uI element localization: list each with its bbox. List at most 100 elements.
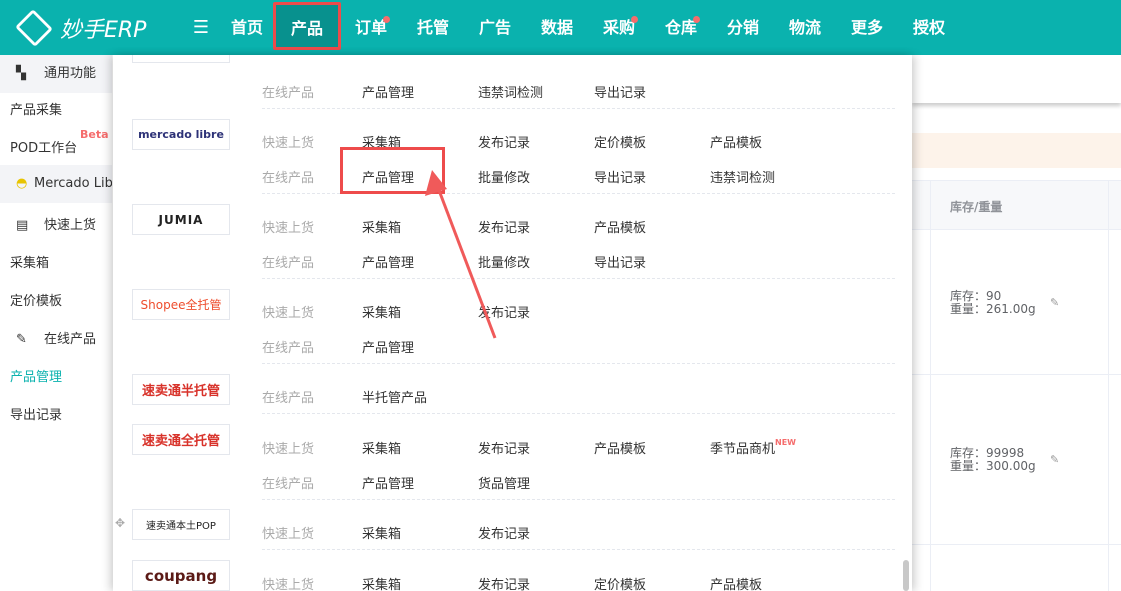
menu-item[interactable]: 产品模板: [710, 132, 762, 151]
menu-item[interactable]: 产品管理: [362, 82, 414, 101]
nav-label: 广告: [478, 18, 511, 37]
notice-band: [912, 133, 1121, 168]
menu-item[interactable]: 产品管理: [362, 473, 414, 492]
menu-item[interactable]: 季节品商机NEW: [710, 438, 796, 457]
nav-label: 分销: [726, 18, 759, 37]
nav-label: 首页: [230, 18, 263, 37]
menu-item[interactable]: 违禁词检测: [710, 167, 775, 186]
menu-row-label: 在线产品: [262, 256, 315, 271]
platform-logo-7[interactable]: coupang: [132, 560, 230, 591]
sidebar-item[interactable]: ▚ 通用功能: [0, 55, 112, 93]
menu-divider: [262, 363, 895, 364]
sidebar-item[interactable]: ▤ 快速上货: [0, 207, 112, 245]
table-row: 库存：99998 重量：300.00g: [950, 447, 1036, 473]
platform-logo-2[interactable]: JUMIA: [132, 204, 230, 235]
menu-item[interactable]: 批量修改: [478, 167, 530, 186]
menu-item[interactable]: 采集箱: [362, 302, 401, 321]
menu-item-label: 导出记录: [594, 86, 647, 101]
new-badge: NEW: [775, 438, 796, 447]
menu-item[interactable]: 发布记录: [478, 438, 530, 457]
menu-item[interactable]: 导出记录: [594, 167, 646, 186]
sidebar-item[interactable]: 产品采集: [0, 92, 112, 130]
menu-item[interactable]: 产品模板: [710, 574, 762, 591]
menu-item[interactable]: 采集箱: [362, 438, 401, 457]
nav-item[interactable]: 分销: [726, 0, 760, 55]
notification-dot: [693, 16, 700, 23]
sidebar-item[interactable]: 定价模板: [0, 283, 112, 321]
document-icon: ▤: [16, 218, 29, 233]
table-header: 库存/重量: [912, 180, 1121, 230]
drag-handle-icon[interactable]: ✥: [115, 516, 125, 530]
platform-logo-4[interactable]: 速卖通半托管: [132, 374, 230, 405]
sidebar-item[interactable]: ◓ Mercado Libre: [0, 165, 112, 203]
menu-item[interactable]: 定价模板: [594, 574, 646, 591]
menu-item[interactable]: 产品模板: [594, 438, 646, 457]
nav-item[interactable]: 采购: [602, 0, 638, 55]
platform-logo-6[interactable]: 速卖通本土POP: [132, 509, 230, 540]
menu-item[interactable]: 产品模板: [594, 217, 646, 236]
sidebar-item-label: POD工作台: [10, 141, 78, 156]
menu-item[interactable]: 发布记录: [478, 217, 530, 236]
menu-item[interactable]: 发布记录: [478, 574, 530, 591]
menu-item-label: 产品管理: [362, 341, 415, 356]
platform-logo-0[interactable]: allegro: [132, 55, 230, 63]
menu-item[interactable]: 货品管理: [478, 473, 530, 492]
menu-item-label: 发布记录: [478, 442, 531, 457]
menu-scrollbar[interactable]: [903, 560, 909, 591]
menu-item-label: 定价模板: [594, 136, 647, 151]
sidebar-item[interactable]: 产品管理: [0, 359, 112, 397]
nav-label: 托管: [416, 18, 449, 37]
nav-item[interactable]: 更多: [850, 0, 884, 55]
menu-item[interactable]: 定价模板: [594, 132, 646, 151]
menu-item-label: 产品模板: [710, 578, 763, 591]
nav-item[interactable]: 首页: [230, 0, 264, 55]
menu-toggle-icon[interactable]: ☰: [190, 0, 212, 55]
menu-row-label: 快速上货: [262, 221, 315, 236]
menu-item[interactable]: 违禁词检测: [478, 82, 543, 101]
menu-item[interactable]: 导出记录: [594, 252, 646, 271]
nav-label: 授权: [912, 18, 945, 37]
platform-logo-1[interactable]: mercado libre: [132, 119, 230, 150]
edit-icon[interactable]: ✎: [1050, 453, 1059, 466]
nav-item[interactable]: 授权: [912, 0, 946, 55]
nav-item[interactable]: 托管: [416, 0, 450, 55]
platform-logo-5[interactable]: 速卖通全托管: [132, 424, 230, 455]
sidebar-item[interactable]: 导出记录: [0, 397, 112, 435]
highlight-box: [340, 147, 445, 194]
menu-item[interactable]: 发布记录: [478, 523, 530, 542]
logo-icon: [15, 9, 53, 47]
column-divider: [930, 180, 931, 591]
product-dropdown-menu: allegro在线产品产品管理违禁词检测导出记录mercado libre快速上…: [113, 55, 912, 591]
menu-item-label: 采集箱: [362, 306, 402, 321]
nav-item[interactable]: 广告: [478, 0, 512, 55]
menu-item[interactable]: 半托管产品: [362, 387, 427, 406]
nav-item[interactable]: 数据: [540, 0, 574, 55]
menu-item[interactable]: 产品管理: [362, 252, 414, 271]
menu-item[interactable]: 采集箱: [362, 523, 401, 542]
nav-item[interactable]: 物流: [788, 0, 822, 55]
menu-item[interactable]: 采集箱: [362, 217, 401, 236]
nav-item[interactable]: 产品: [273, 2, 341, 50]
menu-item[interactable]: 发布记录: [478, 132, 530, 151]
menu-item[interactable]: 批量修改: [478, 252, 530, 271]
nav-item[interactable]: 订单: [354, 0, 390, 55]
sidebar-item-label: 产品管理: [10, 370, 63, 385]
menu-item-label: 批量修改: [478, 256, 531, 271]
edit-icon[interactable]: ✎: [1050, 296, 1059, 309]
sidebar-item-label: 快速上货: [44, 218, 97, 233]
menu-item[interactable]: 发布记录: [478, 302, 530, 321]
menu-item[interactable]: 采集箱: [362, 574, 401, 591]
platform-logo-3[interactable]: Shopee全托管: [132, 289, 230, 320]
menu-item-label: 采集箱: [362, 527, 402, 542]
sidebar-item[interactable]: 采集箱: [0, 245, 112, 283]
sidebar-item[interactable]: POD工作台 Beta: [0, 128, 112, 168]
menu-item[interactable]: 产品管理: [362, 337, 414, 356]
menu-divider: [262, 278, 895, 279]
content-toolbar: [912, 55, 1121, 103]
sidebar-item-label: Mercado Libre: [34, 176, 112, 191]
sidebar-item[interactable]: ✎ 在线产品: [0, 321, 112, 359]
app-logo[interactable]: 妙手ERP: [14, 9, 146, 47]
menu-item[interactable]: 导出记录: [594, 82, 646, 101]
menu-divider: [262, 499, 895, 500]
nav-item[interactable]: 仓库: [664, 0, 700, 55]
